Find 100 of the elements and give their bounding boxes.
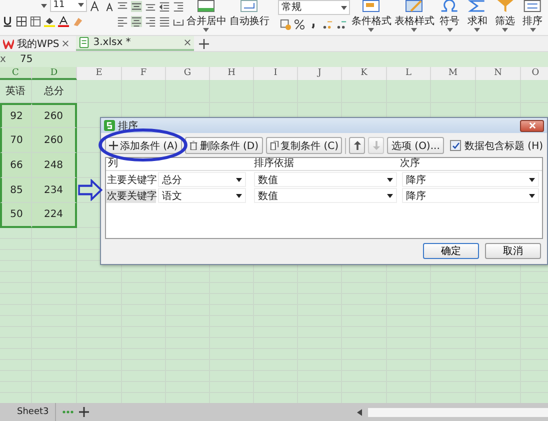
- check-icon: [452, 142, 460, 150]
- indent-increase-icon[interactable]: [173, 0, 184, 12]
- column-header[interactable]: I: [254, 67, 298, 80]
- close-button[interactable]: [520, 120, 544, 132]
- dropdown[interactable]: 数值: [254, 172, 397, 187]
- column-header[interactable]: C: [0, 67, 32, 80]
- justify-icon[interactable]: [159, 16, 170, 26]
- delete-condition-button[interactable]: 删除条件 (D): [184, 137, 263, 154]
- column-header[interactable]: G: [166, 67, 210, 80]
- column-heading: 排序依据: [253, 158, 295, 170]
- dropdown[interactable]: 降序: [402, 172, 539, 187]
- ribbon-button[interactable]: 条件格式: [351, 0, 392, 32]
- border-icon[interactable]: [16, 16, 27, 26]
- table-cell: 248: [32, 153, 77, 178]
- ribbon-button[interactable]: 表格样式: [394, 0, 434, 32]
- table-cell: 50: [0, 203, 32, 228]
- app-icon: [104, 120, 115, 131]
- up-arrow-icon: [352, 141, 362, 150]
- ribbon-button[interactable]: 符号: [437, 0, 462, 32]
- scroll-left-icon[interactable]: [357, 408, 362, 416]
- ribbon-button[interactable]: 排序: [520, 0, 546, 32]
- options-button[interactable]: 选项 (O)...: [387, 137, 444, 154]
- close-icon: [528, 122, 536, 129]
- column-header[interactable]: M: [431, 67, 476, 80]
- dropdown[interactable]: 数值: [254, 188, 397, 203]
- fill-color-icon[interactable]: [44, 16, 55, 26]
- close-icon[interactable]: [184, 39, 192, 46]
- horizontal-scrollbar[interactable]: [368, 408, 548, 416]
- caret-icon: [530, 28, 536, 32]
- sheet-tab[interactable]: Sheet3: [0, 403, 56, 421]
- down-arrow-icon: [372, 141, 381, 150]
- column-header[interactable]: L: [387, 67, 431, 80]
- close-icon[interactable]: [62, 40, 70, 47]
- caret-icon: [236, 194, 242, 198]
- caret-icon: [341, 6, 348, 10]
- dropdown[interactable]: 语文: [158, 188, 246, 203]
- column-header[interactable]: D: [32, 67, 77, 80]
- add-sheet-icon[interactable]: [78, 407, 89, 417]
- table-cell: 260: [32, 128, 77, 153]
- move-up-button[interactable]: [349, 137, 366, 154]
- document-tab[interactable]: 3.xlsx *: [76, 36, 194, 51]
- align-center-icon[interactable]: [131, 16, 142, 26]
- underline-icon[interactable]: [2, 16, 13, 26]
- align-top-icon[interactable]: [117, 0, 128, 12]
- column-heading: 列: [107, 158, 119, 170]
- caret-icon: [236, 178, 242, 182]
- caret-icon: [411, 28, 418, 32]
- caret-icon: [203, 28, 210, 32]
- font-color-icon[interactable]: [58, 16, 69, 26]
- table-cell: 260: [32, 103, 77, 128]
- table-cell: 85: [0, 178, 32, 203]
- logo-icon: [3, 38, 14, 49]
- align-left-icon[interactable]: [117, 16, 128, 26]
- row-label[interactable]: 次要关键字: [106, 188, 156, 202]
- new-tab-icon[interactable]: [199, 38, 210, 48]
- caret-icon: [446, 28, 453, 32]
- function-label[interactable]: x: [0, 54, 20, 65]
- ribbon-button[interactable]: 自动换行: [229, 0, 270, 28]
- plus-icon: [109, 141, 118, 150]
- column-header[interactable]: J: [298, 67, 342, 80]
- ok-button[interactable]: 确定: [423, 243, 479, 259]
- copy-condition-button[interactable]: 复制条件 (C): [266, 137, 342, 154]
- indent-decrease-icon[interactable]: [159, 0, 170, 12]
- caret-icon: [387, 178, 393, 182]
- document-tab[interactable]: 我的WPS: [0, 36, 72, 51]
- percent-icon[interactable]: [294, 18, 306, 30]
- grow-font-icon[interactable]: [90, 0, 101, 12]
- annotation-arrow: [78, 179, 103, 201]
- caret-icon: [78, 3, 84, 7]
- ribbon-button[interactable]: 求和: [465, 0, 490, 32]
- dropdown[interactable]: 总分: [158, 172, 246, 187]
- caret-icon: [529, 178, 535, 182]
- table-cell: 66: [0, 153, 32, 178]
- column-header[interactable]: N: [476, 67, 521, 80]
- font-size-field[interactable]: 11: [50, 0, 87, 12]
- trash-icon: [188, 141, 198, 150]
- dropdown[interactable]: 降序: [402, 188, 539, 203]
- caret-icon: [502, 28, 508, 32]
- row-label[interactable]: 主要关键字: [106, 172, 156, 186]
- cancel-button[interactable]: 取消: [485, 243, 541, 259]
- add-condition-button[interactable]: 添加条件 (A): [105, 137, 182, 154]
- column-header[interactable]: F: [122, 67, 166, 80]
- header-checkbox[interactable]: 数据包含标题 (H): [450, 138, 543, 152]
- ribbon-button[interactable]: 合并居中: [186, 0, 226, 32]
- column-header[interactable]: O: [521, 67, 548, 80]
- column-header[interactable]: H: [210, 67, 254, 80]
- shrink-font-icon[interactable]: [104, 0, 115, 12]
- table-cell: 92: [0, 103, 32, 128]
- formula-field[interactable]: 75: [20, 54, 33, 65]
- ribbon-button[interactable]: 筛选: [492, 0, 518, 32]
- table-cell: 224: [32, 203, 77, 228]
- align-right-icon[interactable]: [145, 16, 156, 26]
- caret-icon[interactable]: [41, 4, 48, 8]
- table-cell: 234: [32, 178, 77, 203]
- column-header[interactable]: K: [342, 67, 387, 80]
- column-header[interactable]: E: [77, 67, 122, 80]
- align-middle-icon[interactable]: [131, 0, 142, 12]
- table-cell: 70: [0, 128, 32, 153]
- number-format-field[interactable]: 常规: [278, 0, 350, 15]
- cell-style-icon[interactable]: [30, 16, 41, 26]
